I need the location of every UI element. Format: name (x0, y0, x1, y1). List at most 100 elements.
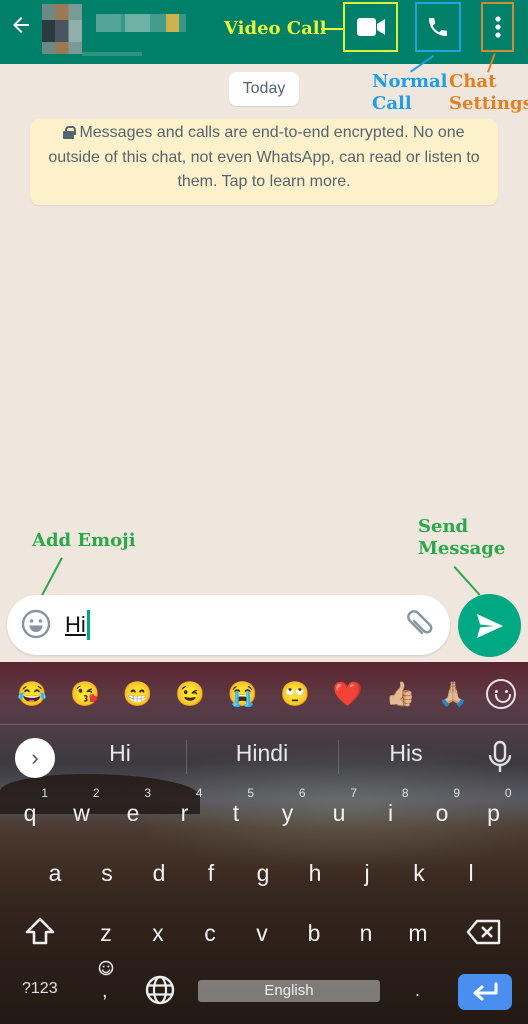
key-g[interactable]: g (241, 860, 285, 887)
key-n[interactable]: n (344, 920, 388, 947)
annotation-normal-call: Normal Call (372, 71, 448, 114)
key-label: h (308, 860, 322, 886)
key-p[interactable]: p0 (472, 786, 516, 827)
emoji-suggestion[interactable]: 🙏🏼 (433, 680, 473, 709)
annotation-leader-line (453, 566, 481, 596)
phone-icon (429, 18, 447, 36)
key-hint: 5 (247, 786, 254, 800)
language-switch-key[interactable] (138, 974, 182, 1012)
key-a[interactable]: a (33, 860, 77, 887)
backspace-icon (466, 919, 501, 945)
key-label: q (23, 800, 37, 826)
emoji-suggestion[interactable]: 👍🏼 (380, 680, 420, 709)
chevron-right-icon: › (31, 745, 39, 770)
key-hint: 4 (195, 786, 203, 800)
video-camera-icon (356, 18, 385, 36)
attach-button[interactable] (405, 609, 437, 641)
emoji-suggestion[interactable]: 😁 (117, 680, 157, 709)
key-y[interactable]: y6 (266, 786, 310, 827)
period-key[interactable]: . (415, 980, 420, 1001)
key-label: i (387, 800, 394, 826)
key-x[interactable]: x (136, 920, 180, 947)
contact-name[interactable] (96, 14, 186, 32)
shift-key[interactable] (18, 916, 62, 952)
key-b[interactable]: b (292, 920, 336, 947)
send-button[interactable] (458, 594, 521, 657)
enter-key[interactable] (458, 974, 512, 1010)
chat-menu-button[interactable] (481, 2, 514, 52)
word-suggestion[interactable]: His (336, 740, 476, 767)
key-f[interactable]: f (189, 860, 233, 887)
key-hint: 2 (92, 786, 100, 800)
key-k[interactable]: k (397, 860, 441, 887)
voice-input-button[interactable] (486, 740, 514, 774)
emoji-panel-icon[interactable] (485, 679, 516, 709)
word-suggestion[interactable]: Hindi (192, 740, 332, 767)
key-j[interactable]: j (345, 860, 389, 887)
key-c[interactable]: c (188, 920, 232, 947)
encryption-notice-text: Messages and calls are end-to-end encryp… (48, 124, 480, 190)
emoji-suggestion[interactable]: 😭 (223, 680, 263, 709)
key-label: e (126, 800, 140, 826)
back-button[interactable] (6, 10, 36, 40)
emoji-suggestion[interactable]: ❤️ (328, 680, 368, 709)
key-label: p (487, 800, 500, 826)
key-t[interactable]: t5 (214, 786, 258, 827)
key-label: f (207, 860, 215, 886)
message-input[interactable] (65, 609, 385, 641)
word-suggestion-row: › Hi Hindi His (0, 728, 528, 784)
key-label: v (256, 920, 268, 946)
key-label: j (364, 860, 370, 886)
word-suggestion[interactable]: Hi (50, 740, 190, 767)
key-l[interactable]: l (449, 860, 493, 887)
smiley-icon (21, 609, 51, 639)
encryption-notice[interactable]: Messages and calls are end-to-end encryp… (30, 119, 498, 205)
key-label: b (307, 920, 321, 946)
microphone-icon (488, 740, 512, 772)
key-u[interactable]: u7 (317, 786, 361, 827)
emoji-suggestion[interactable]: 🙄 (275, 680, 315, 709)
lock-icon (63, 126, 77, 139)
key-label: t (232, 800, 240, 826)
symbols-key[interactable]: ?123 (22, 980, 58, 998)
key-label: w (73, 800, 90, 826)
key-hint: 0 (504, 786, 512, 800)
key-label: d (152, 860, 166, 886)
key-v[interactable]: v (240, 920, 284, 947)
key-i[interactable]: i8 (369, 786, 413, 827)
key-hint: 8 (401, 786, 409, 800)
key-label: s (101, 860, 113, 886)
emoji-suggestion[interactable]: 😂 (12, 680, 52, 709)
key-s[interactable]: s (85, 860, 129, 887)
key-q[interactable]: q1 (8, 786, 52, 827)
text-caret (87, 610, 90, 640)
emoji-button[interactable] (21, 609, 51, 639)
divider (0, 724, 528, 725)
voice-call-button[interactable] (415, 2, 461, 52)
key-hint: 1 (41, 786, 48, 800)
contact-avatar[interactable] (42, 4, 82, 54)
divider (186, 740, 187, 774)
key-h[interactable]: h (293, 860, 337, 887)
comma-key[interactable]: , (96, 960, 114, 1002)
more-vertical-icon (494, 16, 501, 38)
key-d[interactable]: d (137, 860, 181, 887)
key-o[interactable]: o9 (420, 786, 464, 827)
key-m[interactable]: m (396, 920, 440, 947)
key-w[interactable]: w2 (60, 786, 104, 827)
space-bar[interactable]: English (198, 980, 380, 1002)
key-label: y (281, 800, 294, 826)
key-z[interactable]: z (84, 920, 128, 947)
key-r[interactable]: r4 (163, 786, 207, 827)
emoji-suggestion[interactable]: 😘 (65, 680, 105, 709)
expand-toolbar-button[interactable]: › (15, 738, 55, 778)
emoji-suggestion-row: 😂 😘 😁 😉 😭 🙄 ❤️ 👍🏼 🙏🏼 (0, 672, 528, 716)
backspace-key[interactable] (462, 918, 506, 952)
key-e[interactable]: e3 (111, 786, 155, 827)
comma-label: , (102, 980, 108, 1002)
key-label: a (48, 860, 62, 886)
video-call-button[interactable] (343, 2, 398, 52)
on-screen-keyboard: 😂 😘 😁 😉 😭 🙄 ❤️ 👍🏼 🙏🏼 › Hi Hindi His q1w2… (0, 662, 528, 1024)
key-label: o (435, 800, 449, 826)
emoji-suggestion[interactable]: 😉 (170, 680, 210, 709)
